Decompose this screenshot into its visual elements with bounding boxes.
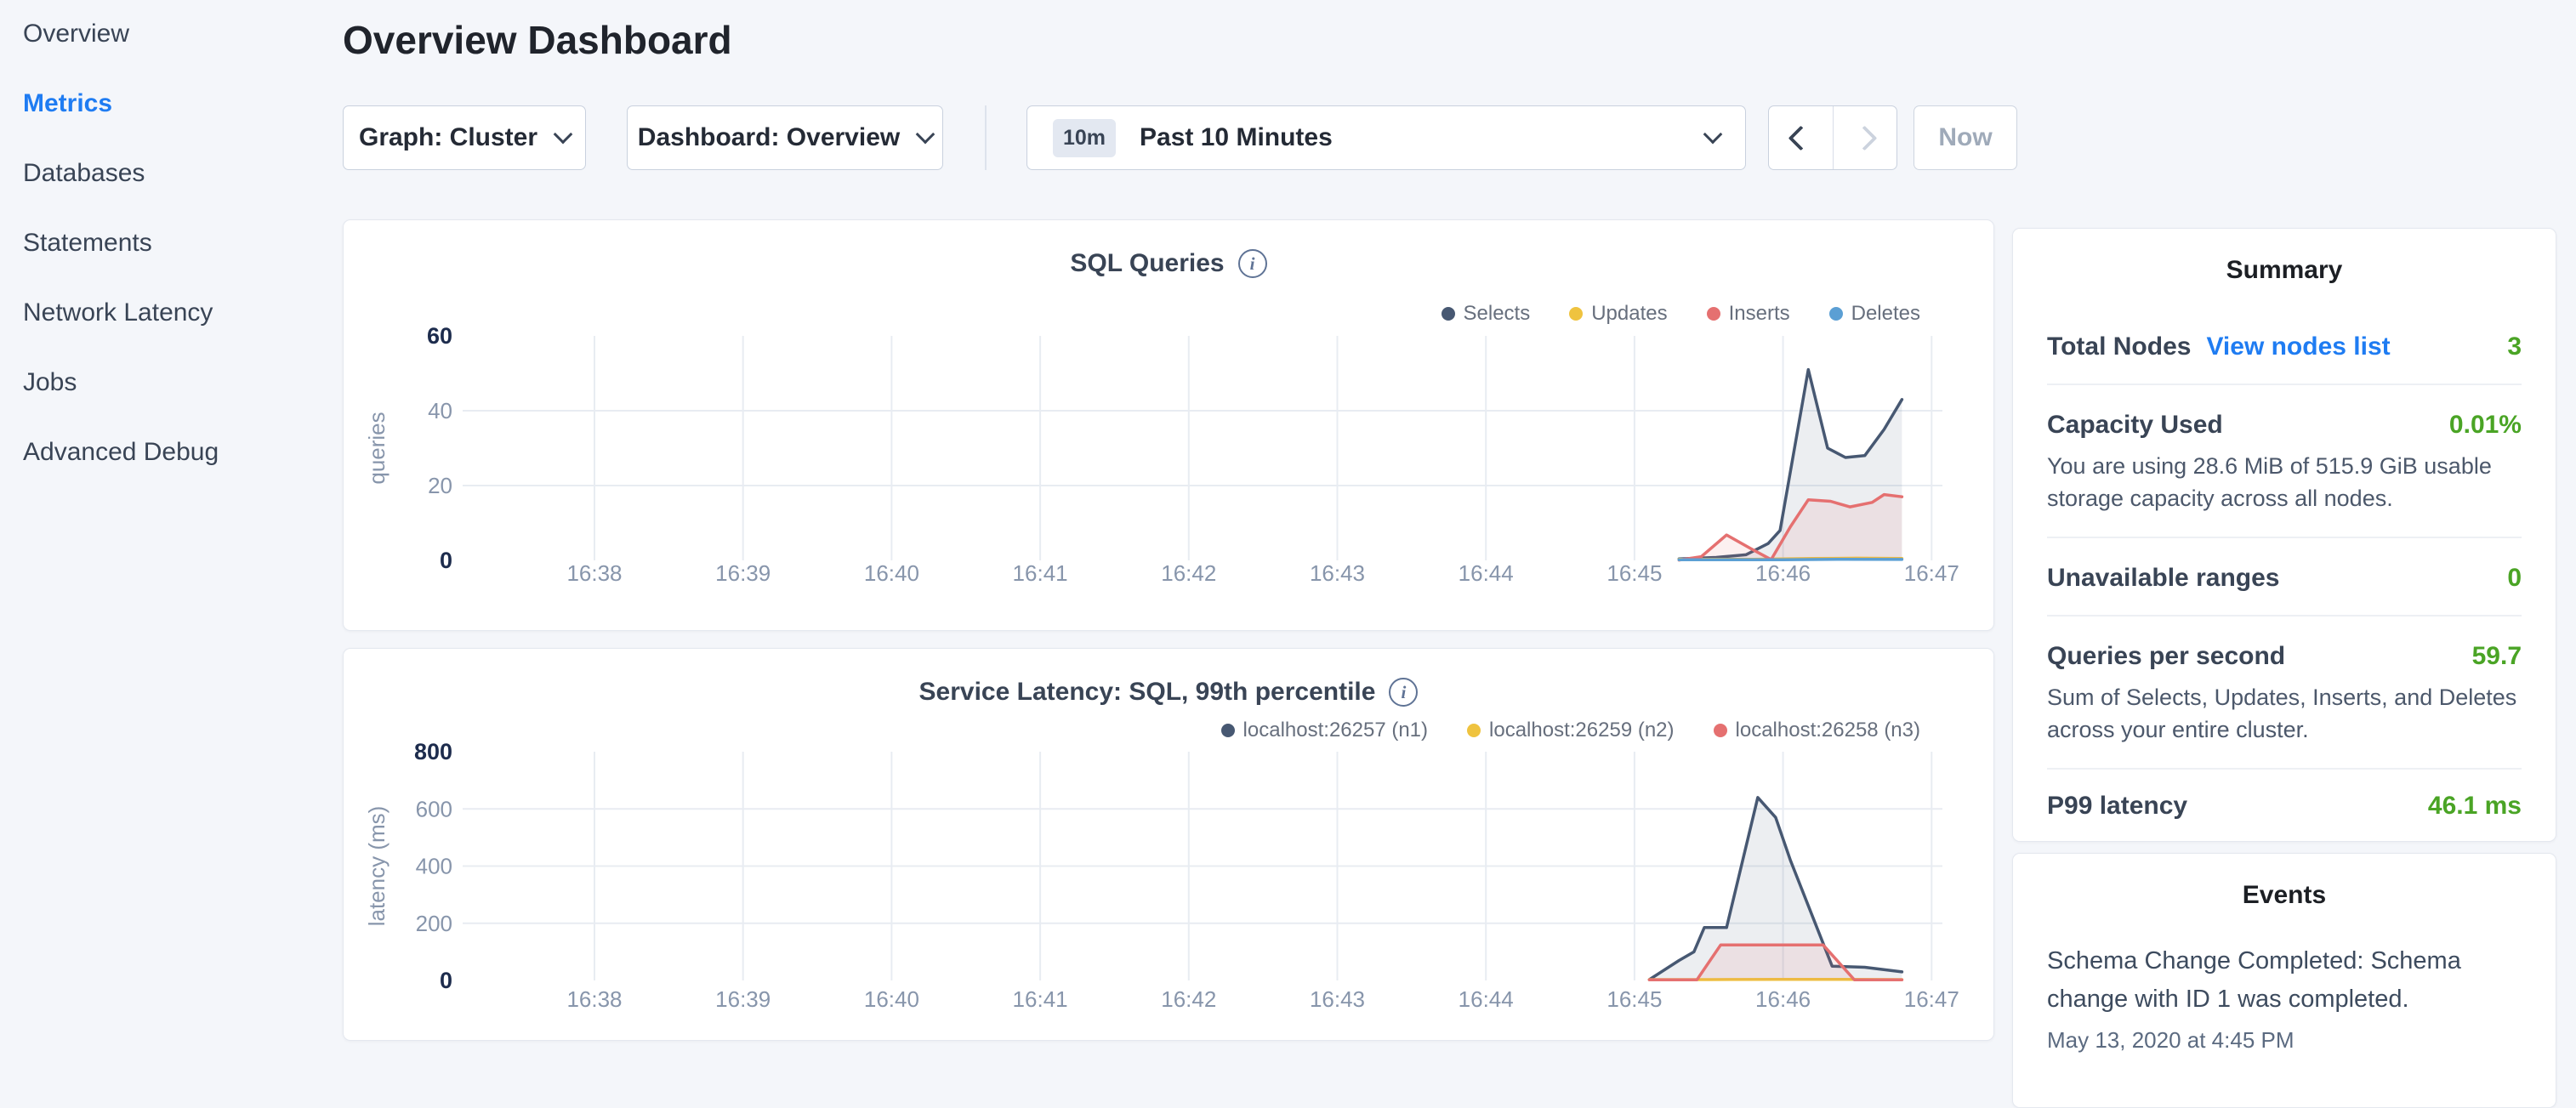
y-tick-label: 800 <box>414 739 452 764</box>
chevron-left-icon <box>1788 125 1813 151</box>
y-tick-label: 0 <box>440 548 452 573</box>
x-tick-label: 16:47 <box>1904 560 1959 586</box>
chevron-down-icon <box>916 125 935 145</box>
x-tick-label: 16:46 <box>1755 560 1811 586</box>
x-tick-label: 16:39 <box>715 986 771 1012</box>
summary-row-p99-latency: P99 latency 46.1 ms <box>2047 792 2522 821</box>
x-tick-label: 16:45 <box>1606 560 1662 586</box>
x-tick-label: 16:46 <box>1755 986 1811 1012</box>
summary-label: Unavailable ranges <box>2047 564 2279 593</box>
graph-selector-label: Graph: Cluster <box>359 123 537 152</box>
summary-label: Queries per second <box>2047 642 2285 671</box>
x-tick-label: 16:43 <box>1310 560 1365 586</box>
divider <box>2047 384 2522 385</box>
y-tick-label: 60 <box>427 323 452 349</box>
view-nodes-list-link[interactable]: View nodes list <box>2206 332 2390 361</box>
chevron-right-icon <box>1852 125 1878 151</box>
time-window-badge: 10m <box>1053 119 1116 157</box>
y-axis-label: queries <box>364 412 390 484</box>
previous-timespan-button[interactable] <box>1769 106 1833 169</box>
y-axis-label: latency (ms) <box>364 806 390 927</box>
summary-value: 46.1 ms <box>2428 792 2522 821</box>
x-tick-label: 16:40 <box>864 986 919 1012</box>
sidebar: Overview Metrics Databases Statements Ne… <box>0 0 340 1051</box>
x-tick-label: 16:43 <box>1310 986 1365 1012</box>
summary-row-total-nodes: Total Nodes View nodes list 3 <box>2047 332 2522 361</box>
summary-value: 59.7 <box>2472 642 2522 671</box>
sidebar-item-databases[interactable]: Databases <box>23 160 340 187</box>
summary-value: 0 <box>2507 564 2522 593</box>
sidebar-item-jobs[interactable]: Jobs <box>23 369 340 396</box>
sidebar-item-overview[interactable]: Overview <box>23 20 340 48</box>
summary-row-capacity-used: Capacity Used 0.01% <box>2047 411 2522 440</box>
y-tick-label: 20 <box>428 473 452 498</box>
x-tick-label: 16:40 <box>864 560 919 586</box>
y-tick-label: 600 <box>416 796 452 821</box>
x-tick-label: 16:42 <box>1161 560 1216 586</box>
y-tick-label: 40 <box>428 398 452 423</box>
sidebar-item-advanced-debug[interactable]: Advanced Debug <box>23 439 340 466</box>
events-panel: Events Schema Change Completed: Schema c… <box>2012 853 2556 1108</box>
service-latency-chart-card: Service Latency: SQL, 99th percentile i … <box>343 648 1994 1041</box>
time-pager <box>1768 105 1897 170</box>
chevron-down-icon <box>554 125 573 145</box>
x-tick-label: 16:45 <box>1606 986 1662 1012</box>
x-tick-label: 16:42 <box>1161 986 1216 1012</box>
y-tick-label: 200 <box>416 911 452 936</box>
divider <box>2047 768 2522 770</box>
chevron-down-icon <box>1703 125 1723 145</box>
summary-row-queries-per-second: Queries per second 59.7 <box>2047 642 2522 671</box>
now-button[interactable]: Now <box>1914 105 2017 170</box>
dashboard-selector-dropdown[interactable]: Dashboard: Overview <box>627 105 943 170</box>
events-title: Events <box>2047 881 2522 910</box>
summary-title: Summary <box>2047 256 2522 285</box>
sidebar-item-metrics[interactable]: Metrics <box>23 90 340 117</box>
summary-panel: Summary Total Nodes View nodes list 3 Ca… <box>2012 228 2556 842</box>
summary-label: Total Nodes <box>2047 332 2191 361</box>
sidebar-item-statements[interactable]: Statements <box>23 230 340 257</box>
summary-label: P99 latency <box>2047 792 2187 821</box>
sql-queries-plot[interactable]: 16:38 16:39 16:40 16:41 16:42 16:43 16:44 16:45… <box>344 220 1993 630</box>
divider <box>2047 537 2522 538</box>
x-tick-label: 16:38 <box>566 986 622 1012</box>
y-tick-label: 400 <box>416 854 452 879</box>
summary-subtext: You are using 28.6 MiB of 515.9 GiB usab… <box>2047 450 2522 514</box>
controls-divider <box>985 105 987 170</box>
page-title: Overview Dashboard <box>343 17 732 63</box>
time-window-dropdown[interactable]: 10m Past 10 Minutes <box>1026 105 1746 170</box>
summary-subtext: Sum of Selects, Updates, Inserts, and De… <box>2047 681 2522 746</box>
x-tick-label: 16:38 <box>566 560 622 586</box>
next-timespan-button[interactable] <box>1833 106 1897 169</box>
summary-value: 0.01% <box>2449 411 2522 440</box>
sidebar-item-network-latency[interactable]: Network Latency <box>23 299 340 327</box>
event-entry-timestamp: May 13, 2020 at 4:45 PM <box>2047 1027 2522 1054</box>
graph-selector-dropdown[interactable]: Graph: Cluster <box>343 105 586 170</box>
x-tick-label: 16:41 <box>1013 986 1068 1012</box>
divider <box>2047 615 2522 617</box>
x-tick-label: 16:44 <box>1459 986 1514 1012</box>
x-tick-label: 16:41 <box>1013 560 1068 586</box>
event-entry-text: Schema Change Completed: Schema change w… <box>2047 942 2522 1019</box>
time-window-label: Past 10 Minutes <box>1140 123 1333 152</box>
summary-label: Capacity Used <box>2047 411 2223 440</box>
summary-value: 3 <box>2507 332 2522 361</box>
service-latency-plot[interactable]: 16:38 16:39 16:40 16:41 16:42 16:43 16:44 16:45… <box>344 649 1993 1040</box>
x-tick-label: 16:39 <box>715 560 771 586</box>
sql-queries-chart-card: SQL Queries i Selects Updates Inserts De… <box>343 219 1994 631</box>
x-tick-label: 16:47 <box>1904 986 1959 1012</box>
y-tick-label: 0 <box>440 968 452 993</box>
dashboard-selector-label: Dashboard: Overview <box>638 123 900 152</box>
summary-row-unavailable-ranges: Unavailable ranges 0 <box>2047 564 2522 593</box>
x-tick-label: 16:44 <box>1459 560 1514 586</box>
